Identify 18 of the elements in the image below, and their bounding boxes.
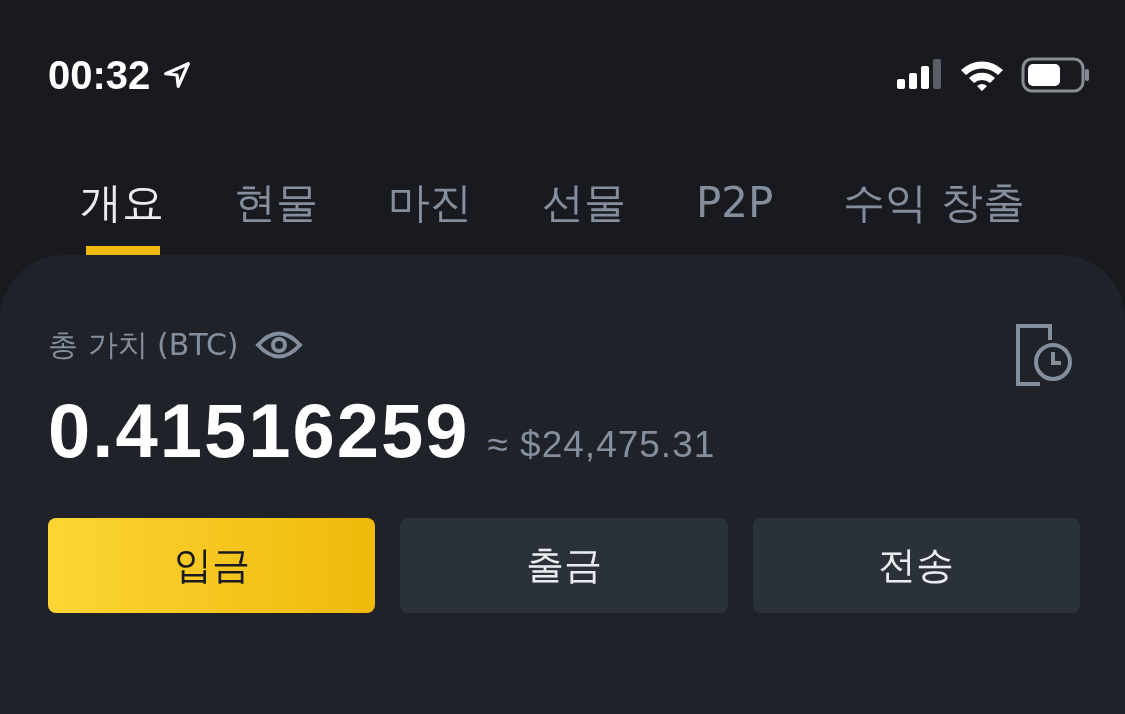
action-button[interactable]: 출금 xyxy=(400,518,728,614)
action-button[interactable]: 전송 xyxy=(752,518,1080,614)
total-value-label: 총 가치 (BTC) xyxy=(48,325,239,364)
location-arrow-icon xyxy=(162,60,193,90)
balance-value: 0.41516259 xyxy=(48,387,470,475)
wifi-icon xyxy=(959,59,1005,91)
signal-icon xyxy=(897,59,943,91)
tab[interactable]: 현물 xyxy=(234,178,318,256)
tab[interactable]: P2P xyxy=(696,178,774,256)
tab[interactable]: 선물 xyxy=(542,178,626,256)
tab[interactable]: 수익 창출 xyxy=(843,178,1025,256)
action-button[interactable]: 입금 xyxy=(48,518,376,614)
tab[interactable]: 개요 xyxy=(80,178,164,256)
history-document-icon[interactable] xyxy=(1016,324,1074,387)
tab[interactable]: 마진 xyxy=(388,178,472,256)
fiat-value: ≈ $24,475.31 xyxy=(487,424,716,467)
battery-icon xyxy=(1021,57,1091,93)
status-time: 00:32 xyxy=(48,52,151,98)
